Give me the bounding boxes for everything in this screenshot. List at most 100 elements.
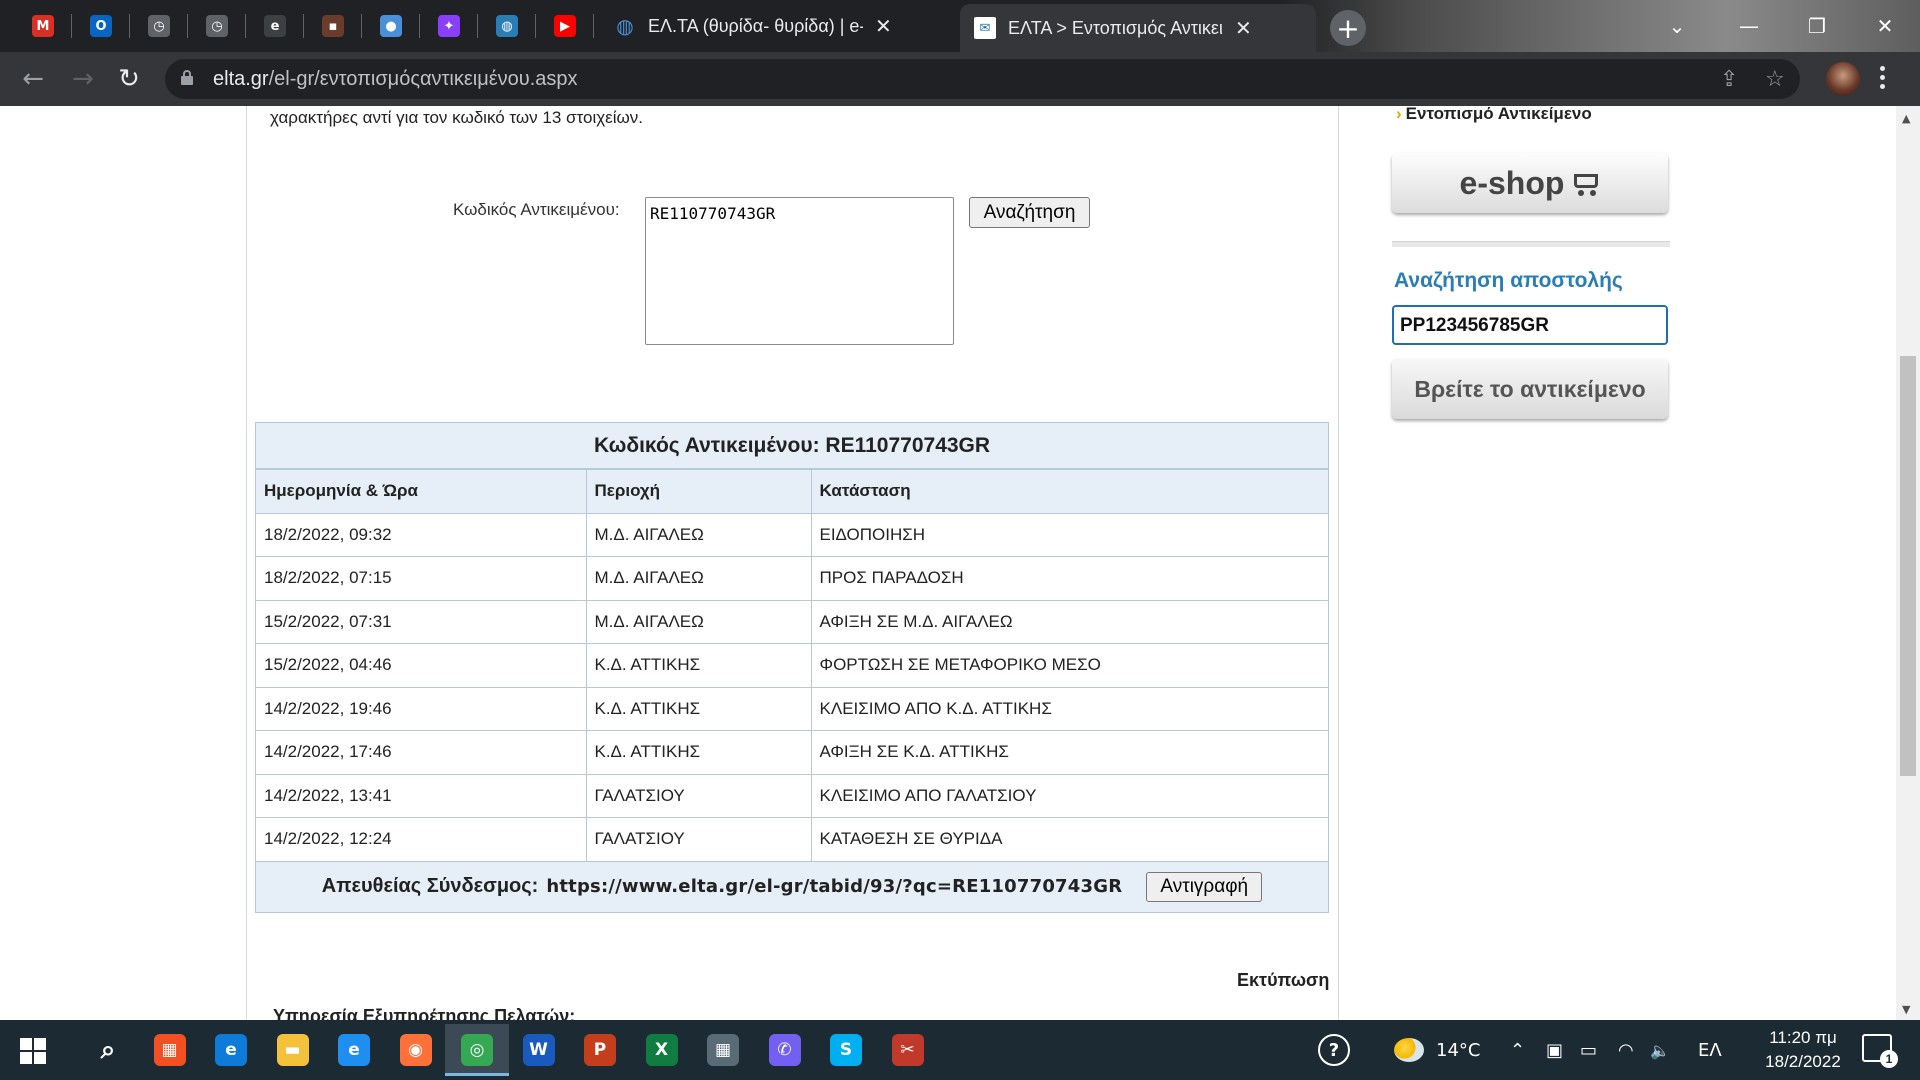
taskbar-app[interactable]: ◉ bbox=[384, 1024, 448, 1076]
pinned-tab[interactable]: ▪ bbox=[304, 0, 362, 52]
windows-start-icon[interactable] bbox=[20, 1038, 46, 1064]
taskbar-app[interactable]: W bbox=[507, 1024, 571, 1076]
results-title: Κωδικός Αντικειμένου: RE110770743GR bbox=[256, 423, 1328, 469]
taskbar-app[interactable]: e bbox=[322, 1024, 386, 1076]
show-hidden-icons-chevron[interactable]: ⌃ bbox=[1510, 1020, 1525, 1080]
url-text[interactable]: elta.gr/el-gr/εντοπισμόςαντικειμένου.asp… bbox=[213, 68, 578, 91]
vertical-scrollbar[interactable]: ▲ ▼ bbox=[1896, 106, 1920, 1020]
shopping-cart-icon bbox=[1570, 171, 1600, 196]
taskbar-app[interactable]: ✆ bbox=[753, 1024, 817, 1076]
clock-time: 11:20 πμ bbox=[1769, 1028, 1837, 1047]
browser-menu-icon[interactable] bbox=[1880, 66, 1886, 93]
globe-icon: ◍ bbox=[616, 14, 634, 38]
taskbar-app[interactable]: S bbox=[814, 1024, 878, 1076]
pinned-tab[interactable]: ◍ bbox=[478, 0, 536, 52]
table-row: 15/2/2022, 04:46 Κ.Δ. ΑΤΤΙΚΗΣ ΦΟΡΤΩΣΗ ΣΕ Μ… bbox=[256, 643, 1328, 688]
close-window-button[interactable]: ✕ bbox=[1850, 0, 1920, 52]
eshop-button[interactable]: e-shop bbox=[1392, 153, 1668, 213]
omnibox[interactable]: elta.gr/el-gr/εντοπισμόςαντικειμένου.asp… bbox=[165, 59, 1800, 99]
taskbar-app[interactable]: ◎ bbox=[445, 1024, 509, 1076]
tab-elta-tracking[interactable]: ✉ ΕΛΤΑ > Εντοπισμός Αντικειμένου ✕ bbox=[960, 4, 1316, 52]
cell-datetime: 14/2/2022, 12:24 bbox=[256, 817, 587, 862]
battery-icon[interactable]: ▭ bbox=[1580, 1020, 1597, 1080]
tab-e-steki[interactable]: ◍ ΕΛ.ΤΑ (θυρίδα- θυρίδα) | e-steki ✕ bbox=[600, 0, 956, 52]
restore-button[interactable]: ❐ bbox=[1782, 0, 1852, 52]
page-viewport: χαρακτήρες αντί για τον κωδικό των 13 στ… bbox=[0, 106, 1920, 1020]
wifi-icon[interactable]: ◠ bbox=[1618, 1020, 1634, 1080]
taskbar-app[interactable]: ⌕ bbox=[76, 1024, 140, 1076]
cell-status: ΚΛΕΙΣΙΜΟ ΑΠΟ ΓΑΛΑΤΣΙΟΥ bbox=[810, 773, 1328, 818]
results-title-label: Κωδικός Αντικειμένου: bbox=[593, 433, 820, 457]
tab-search-chevron-icon[interactable]: ⌄ bbox=[1642, 0, 1712, 52]
close-tab-icon[interactable]: ✕ bbox=[1235, 16, 1252, 41]
cell-status: ΦΟΡΤΩΣΗ ΣΕ ΜΕΤΑΦΟΡΙΚΟ ΜΕΣΟ bbox=[810, 643, 1328, 688]
taskbar-app[interactable]: ▦ bbox=[138, 1024, 202, 1076]
pinned-tab[interactable]: M bbox=[14, 0, 72, 52]
profile-avatar[interactable] bbox=[1826, 62, 1860, 96]
pinned-tab[interactable]: ▶ bbox=[536, 0, 594, 52]
sidebar-track-link-label: Εντοπισμό Αντικείμενο bbox=[1405, 106, 1592, 123]
search-button[interactable]: Αναζήτηση bbox=[969, 197, 1090, 228]
edge-icon: e bbox=[215, 1034, 247, 1066]
scroll-down-icon[interactable]: ▼ bbox=[1902, 1003, 1910, 1016]
cell-datetime: 14/2/2022, 19:46 bbox=[256, 686, 587, 731]
sidebar-track-link[interactable]: › Εντοπισμό Αντικείμενο bbox=[1396, 106, 1592, 124]
pinned-tab[interactable]: ● bbox=[362, 0, 420, 52]
close-tab-icon[interactable]: ✕ bbox=[875, 14, 892, 39]
column-header-datetime: Ημερομηνία & Ώρα bbox=[256, 469, 587, 514]
cell-status: ΚΑΤΑΘΕΣΗ ΣΕ ΘΥΡΙΔΑ bbox=[810, 817, 1328, 862]
find-item-button[interactable]: Βρείτε το αντικείμενο bbox=[1392, 359, 1668, 419]
forward-button[interactable]: → bbox=[66, 62, 100, 96]
viber-icon: ✆ bbox=[768, 1034, 801, 1066]
pinned-tab[interactable]: ◷ bbox=[130, 0, 188, 52]
browser-tab-bar: M O ◷ ◷ e ▪ ● ✦ ◍ ▶ ◍ ΕΛ.ΤΑ (θυρίδα- θυρίδα) | e-… bbox=[0, 0, 1920, 52]
elta-icon: ✉ bbox=[974, 17, 996, 39]
cell-area: ΓΑΛΑΤΣΙΟΥ bbox=[585, 817, 812, 862]
taskbar-app[interactable]: ▦ bbox=[691, 1024, 755, 1076]
notification-count-badge: 1 bbox=[1880, 1050, 1898, 1068]
table-row: 14/2/2022, 17:46 Κ.Δ. ΑΤΤΙΚΗΣ ΑΦΙΞΗ ΣΕ Κ.Δ… bbox=[256, 730, 1328, 775]
messenger-icon: ✦ bbox=[438, 15, 460, 37]
cell-datetime: 18/2/2022, 09:32 bbox=[256, 512, 587, 557]
copy-button[interactable]: Αντιγραφή bbox=[1146, 871, 1263, 902]
taskbar-app[interactable]: e bbox=[199, 1024, 263, 1076]
back-button[interactable]: ← bbox=[16, 62, 50, 96]
pinned-tab[interactable]: ✦ bbox=[420, 0, 478, 52]
pinned-tab[interactable]: ◷ bbox=[188, 0, 246, 52]
temperature: 14°C bbox=[1436, 1039, 1481, 1061]
pinned-tab[interactable]: O bbox=[72, 0, 130, 52]
print-link[interactable]: Εκτύπωση bbox=[1237, 970, 1329, 991]
weather-widget[interactable]: 14°C bbox=[1394, 1020, 1480, 1080]
taskbar-app[interactable]: X bbox=[630, 1024, 694, 1076]
reload-button[interactable]: ↻ bbox=[112, 62, 146, 96]
cell-status: ΑΦΙΞΗ ΣΕ Κ.Δ. ΑΤΤΙΚΗΣ bbox=[810, 730, 1328, 775]
weather-icon bbox=[1394, 1038, 1424, 1062]
file-explorer-icon: ▬ bbox=[276, 1034, 309, 1066]
volume-icon[interactable]: 🔈 bbox=[1650, 1020, 1670, 1080]
direct-link-url[interactable]: https://www.elta.gr/el-gr/tabid/93/?qc=R… bbox=[546, 876, 1122, 897]
item-code-textarea[interactable]: RE110770743GR bbox=[645, 197, 954, 345]
scrollbar-thumb[interactable] bbox=[1900, 356, 1916, 776]
minimize-button[interactable]: — bbox=[1714, 0, 1784, 52]
meet-now-icon[interactable]: ▣ bbox=[1546, 1020, 1563, 1080]
windows-taskbar: ⌕ ▦ e ▬ e ◉ ◎ W P X ▦ ✆ S ✂ ? 14°C ⌃ ▣ ▭ ◠ 🔈 ΕΛ 11:20… bbox=[0, 1020, 1920, 1080]
cell-datetime: 18/2/2022, 07:15 bbox=[256, 556, 587, 601]
taskbar-app[interactable]: P bbox=[568, 1024, 632, 1076]
new-tab-button[interactable]: + bbox=[1330, 10, 1366, 46]
pinned-tab[interactable]: e bbox=[246, 0, 304, 52]
notification-center-icon[interactable]: 1 bbox=[1862, 1034, 1898, 1068]
bookmark-star-icon[interactable]: ☆ bbox=[1765, 67, 1785, 92]
lock-icon[interactable] bbox=[181, 70, 193, 85]
shipment-search-input[interactable]: PP123456785GR bbox=[1392, 305, 1668, 345]
table-row: 18/2/2022, 07:15 Μ.Δ. ΑΙΓΑΛΕΩ ΠΡΟΣ ΠΑΡΑΔΟΣ… bbox=[256, 556, 1328, 601]
table-row: 14/2/2022, 19:46 Κ.Δ. ΑΤΤΙΚΗΣ ΚΛΕΙΣΙΜΟ ΑΠΟ… bbox=[256, 686, 1328, 731]
system-clock[interactable]: 11:20 πμ 18/2/2022 bbox=[1748, 1026, 1858, 1074]
scroll-up-icon[interactable]: ▲ bbox=[1902, 112, 1910, 125]
share-icon[interactable]: ⇪ bbox=[1720, 67, 1738, 92]
taskbar-app[interactable]: ✂ bbox=[876, 1024, 940, 1076]
search-icon: ⌕ bbox=[100, 1034, 116, 1065]
direct-link-row: Απευθείας Σύνδεσμος: https://www.elta.gr… bbox=[256, 862, 1328, 912]
language-indicator[interactable]: ΕΛ bbox=[1698, 1020, 1722, 1080]
help-icon[interactable]: ? bbox=[1318, 1020, 1350, 1080]
taskbar-app[interactable]: ▬ bbox=[261, 1024, 325, 1076]
